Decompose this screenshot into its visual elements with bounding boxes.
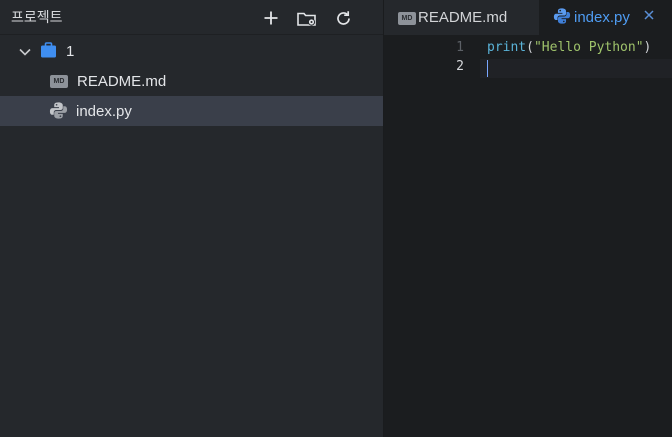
sidebar-title: 프로젝트 [11, 9, 63, 25]
tab-index-py[interactable]: index.py [539, 0, 672, 35]
python-icon [49, 102, 68, 119]
text-caret [487, 60, 488, 77]
markdown-icon: MD [50, 75, 68, 88]
new-file-button[interactable] [253, 6, 289, 30]
refresh-icon [336, 10, 350, 25]
code-area[interactable]: 1 print("Hello Python") 2 [384, 40, 672, 78]
code-line: 2 [384, 59, 672, 78]
tree-folder-root[interactable]: 1 [0, 36, 383, 66]
tab-readme[interactable]: MD README.md [384, 0, 539, 35]
code-token-string: "Hello Python" [533, 40, 644, 55]
code-line-text: print("Hello Python") [487, 40, 651, 55]
folder-gear-icon [297, 12, 316, 26]
tree-file-label: index.py [76, 102, 132, 120]
editor-pane: MD README.md index.py 1 print("Hello Pyt… [384, 0, 672, 437]
chevron-down-icon[interactable] [18, 45, 32, 59]
code-token-paren: ) [643, 40, 652, 55]
tab-label: index.py [574, 9, 630, 26]
tree-file-label: README.md [77, 72, 167, 90]
project-sidebar: 프로젝트 1 MD README.md index.py [0, 0, 384, 437]
sidebar-actions [253, 6, 361, 30]
new-folder-button[interactable] [289, 6, 325, 30]
markdown-icon: MD [398, 12, 416, 25]
tree-file-index-py[interactable]: index.py [0, 96, 383, 126]
sidebar-header: 프로젝트 [0, 0, 383, 35]
tree-file-readme[interactable]: MD README.md [0, 66, 383, 96]
tree-folder-label: 1 [66, 42, 75, 60]
code-token-function: print [487, 40, 527, 55]
close-icon[interactable] [642, 8, 656, 22]
folder-icon [41, 42, 56, 58]
tab-label: README.md [418, 9, 508, 26]
line-number: 2 [456, 59, 464, 74]
editor-tabs: MD README.md index.py [384, 0, 672, 35]
code-line: 1 print("Hello Python") [384, 40, 672, 59]
python-icon [553, 8, 571, 24]
line-number: 1 [456, 40, 464, 55]
plus-icon [264, 11, 278, 25]
code-token-paren: ( [526, 40, 534, 55]
refresh-button[interactable] [325, 6, 361, 30]
